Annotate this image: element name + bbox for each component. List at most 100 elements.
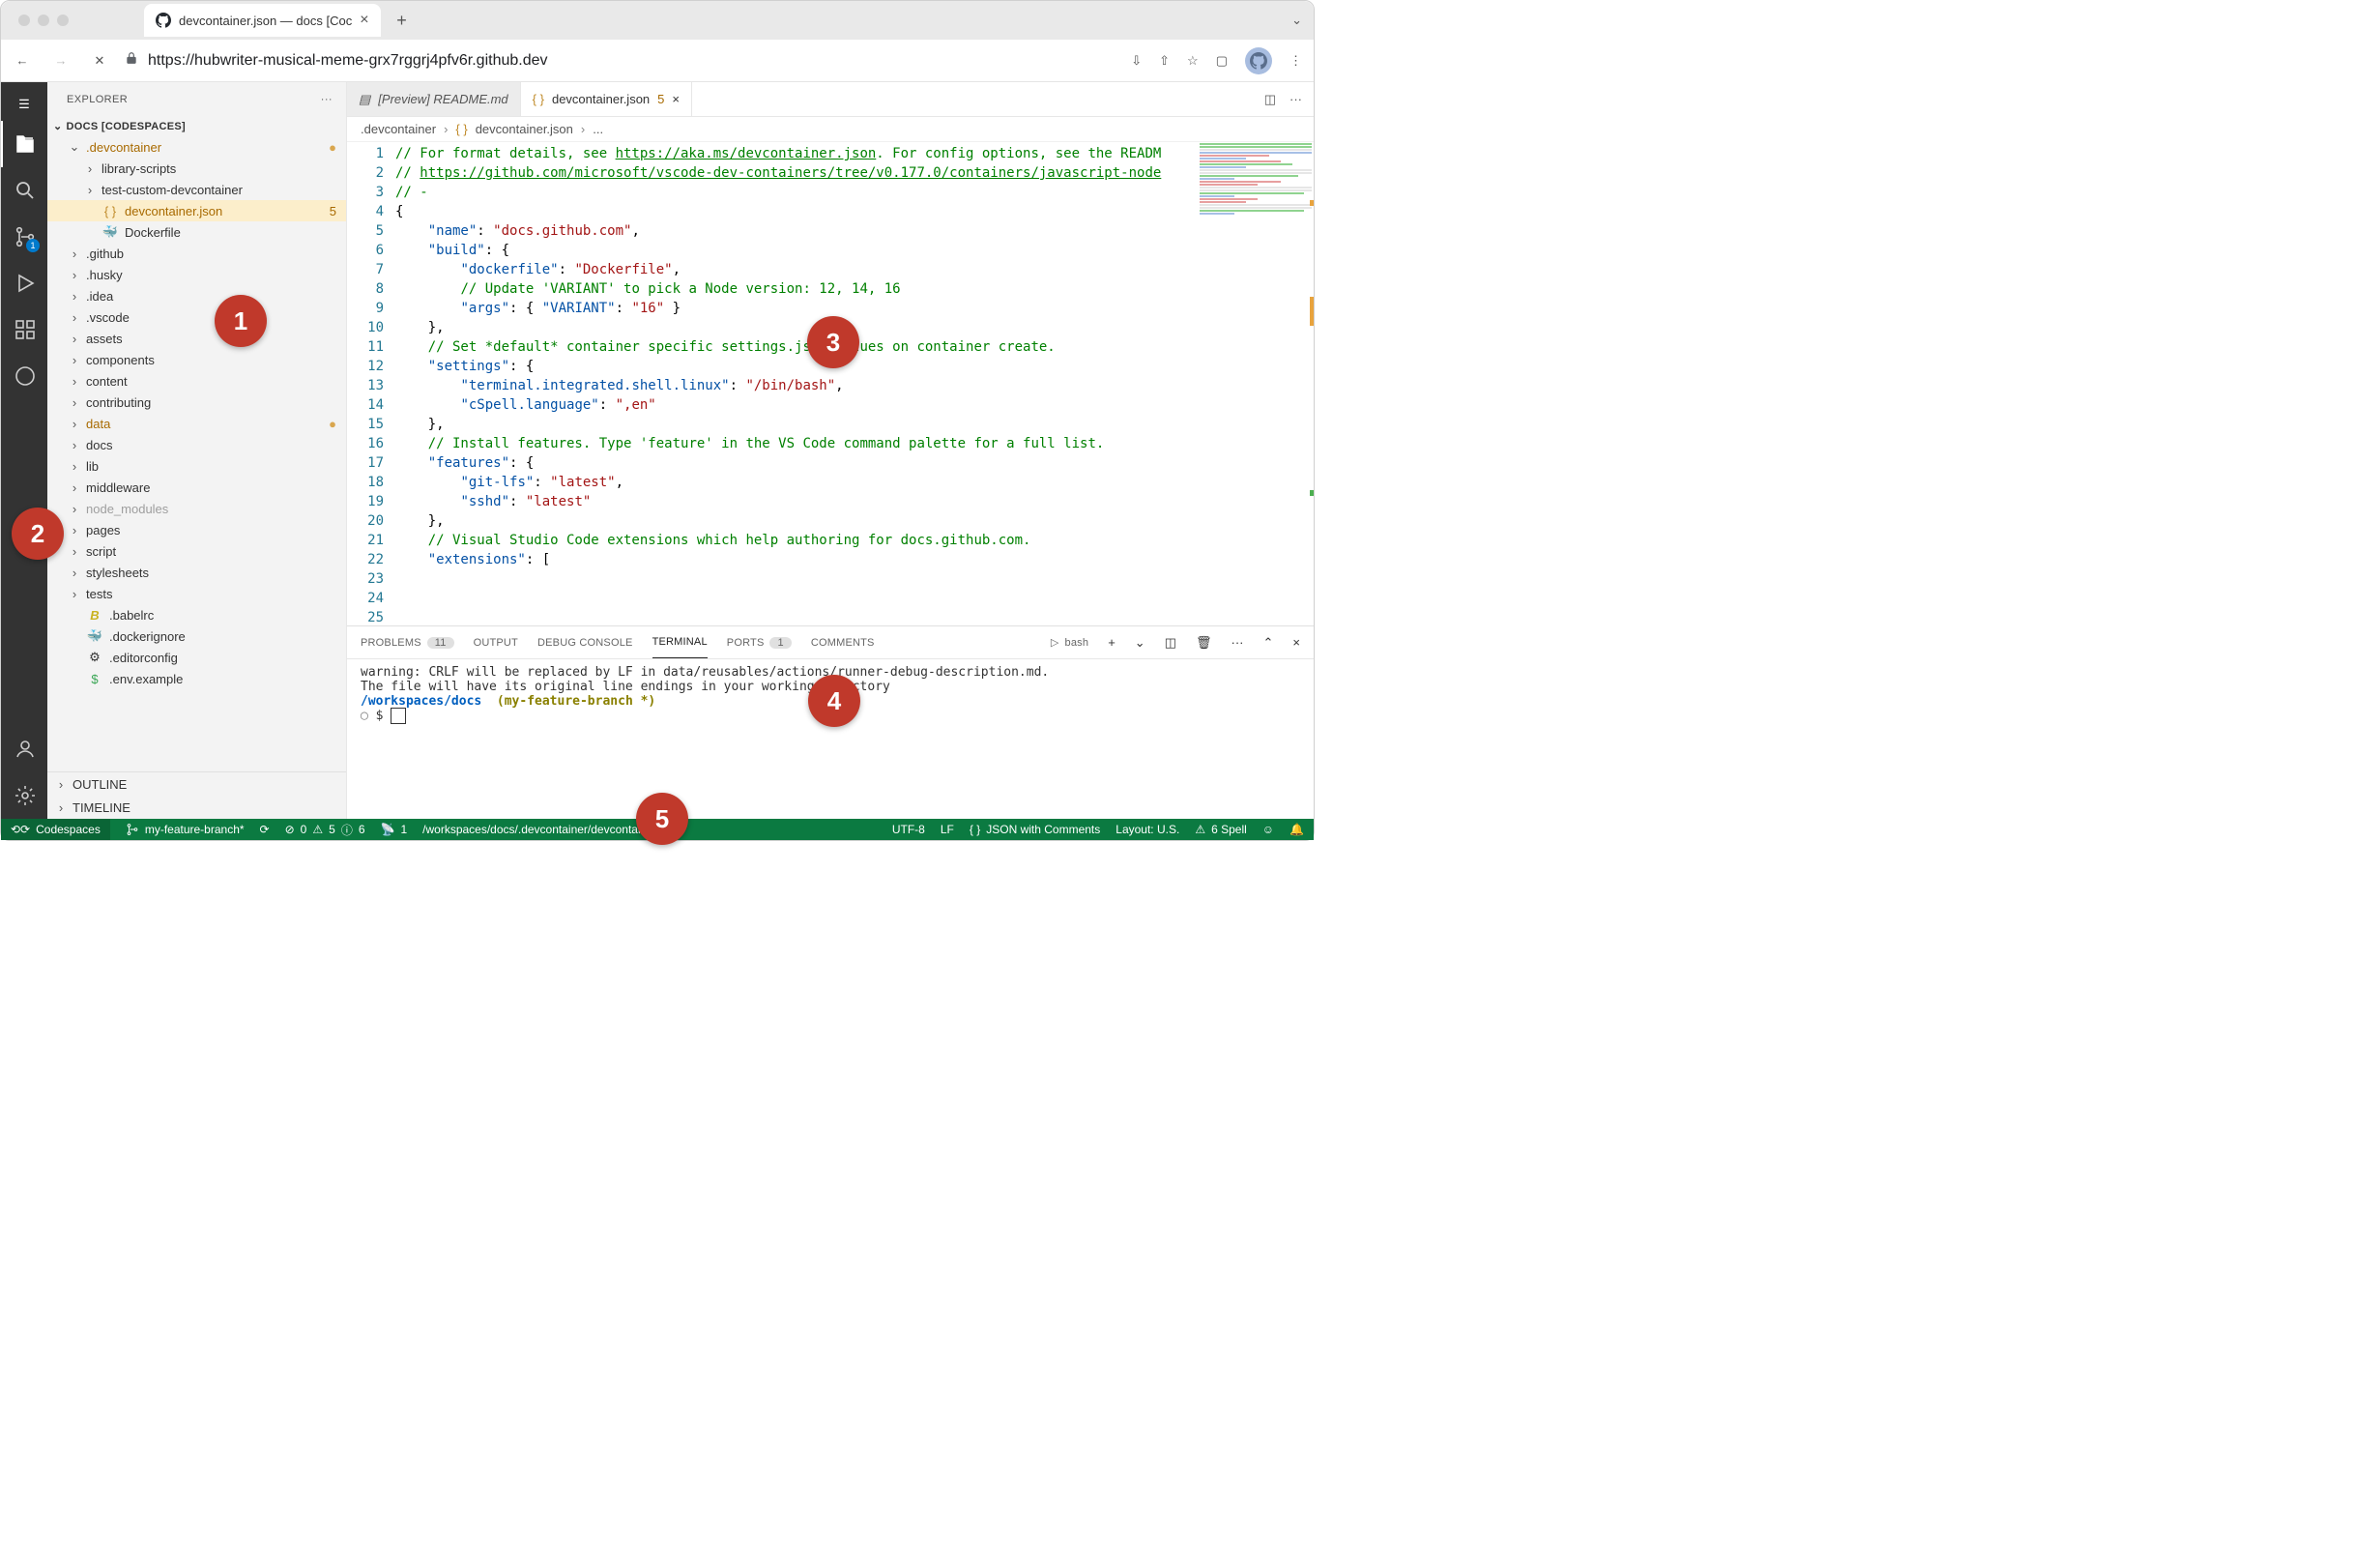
trash-icon[interactable]: 🗑 (1196, 635, 1212, 651)
annotation-3: 3 (807, 316, 859, 368)
more-icon[interactable]: ··· (1231, 635, 1244, 650)
sync-icon[interactable]: ⟳ (260, 823, 270, 836)
tree-item-contributing[interactable]: ›contributing (47, 392, 346, 413)
minimize-dot[interactable] (38, 15, 49, 26)
more-icon[interactable]: ⋮ (1289, 53, 1302, 69)
breadcrumb-file[interactable]: devcontainer.json (476, 122, 573, 136)
tree-item--dockerignore[interactable]: 🐳.dockerignore (47, 625, 346, 647)
profile-avatar[interactable] (1245, 47, 1272, 74)
language-mode[interactable]: { } JSON with Comments (970, 823, 1100, 836)
settings-gear-icon[interactable] (1, 772, 47, 819)
close-panel-icon[interactable]: × (1292, 635, 1300, 650)
ports-count: 1 (769, 637, 791, 649)
tree-item-pages[interactable]: ›pages (47, 519, 346, 540)
github-icon[interactable] (1, 353, 47, 399)
branch-indicator[interactable]: my-feature-branch* (126, 823, 245, 836)
tree-item-node-modules[interactable]: ›node_modules (47, 498, 346, 519)
tree-item-assets[interactable]: ›assets (47, 328, 346, 349)
tree-item-script[interactable]: ›script (47, 540, 346, 562)
eol[interactable]: LF (941, 823, 954, 836)
close-tab-icon[interactable]: × (360, 12, 368, 29)
close-dot[interactable] (18, 15, 30, 26)
workspace-header[interactable]: ⌄ DOCS [CODESPACES] (47, 116, 346, 136)
panel-icon[interactable]: ▢ (1216, 53, 1228, 69)
chevron-down-icon[interactable]: ⌄ (1291, 13, 1302, 28)
maximize-dot[interactable] (57, 15, 69, 26)
codespaces-button[interactable]: ⟲⟳ Codespaces (1, 819, 110, 840)
problems-count: 11 (427, 637, 454, 649)
tree-item-data[interactable]: ›data● (47, 413, 346, 434)
accounts-icon[interactable] (1, 726, 47, 772)
menu-icon[interactable]: ☰ (1, 88, 47, 121)
ports-indicator[interactable]: 📡 1 (381, 823, 408, 836)
debug-console-tab[interactable]: DEBUG CONSOLE (537, 637, 633, 649)
tree-item-docs[interactable]: ›docs (47, 434, 346, 455)
tree-item-test-custom-devcontainer[interactable]: ›test-custom-devcontainer (47, 179, 346, 200)
run-debug-icon[interactable] (1, 260, 47, 306)
tree-item-tests[interactable]: ›tests (47, 583, 346, 604)
tree-item--babelrc[interactable]: B.babelrc (47, 604, 346, 625)
share-icon[interactable]: ⇧ (1159, 53, 1170, 69)
stop-reload-button[interactable]: ✕ (90, 53, 109, 69)
tree-item-content[interactable]: ›content (47, 370, 346, 392)
new-tab-button[interactable]: + (389, 7, 416, 34)
browser-tab[interactable]: devcontainer.json — docs [Coc × (144, 4, 381, 37)
tree-item-stylesheets[interactable]: ›stylesheets (47, 562, 346, 583)
timeline-section[interactable]: ›TIMELINE (47, 796, 346, 819)
tab-readme[interactable]: ▤ [Preview] README.md (347, 82, 521, 116)
tree-item--vscode[interactable]: ›.vscode (47, 306, 346, 328)
minimap[interactable] (1198, 142, 1314, 625)
spell-check[interactable]: ⚠ 6 Spell (1195, 823, 1246, 836)
outline-section[interactable]: ›OUTLINE (47, 772, 346, 796)
encoding[interactable]: UTF-8 (892, 823, 925, 836)
tree-item-label: assets (86, 332, 123, 346)
ports-tab[interactable]: PORTS 1 (727, 637, 792, 649)
tree-item--editorconfig[interactable]: ⚙.editorconfig (47, 647, 346, 668)
breadcrumb-folder[interactable]: .devcontainer (361, 122, 436, 136)
tree-item--devcontainer[interactable]: ⌄.devcontainer● (47, 136, 346, 158)
feedback-icon[interactable]: ☺ (1262, 823, 1274, 836)
bookmark-icon[interactable]: ☆ (1187, 53, 1199, 69)
tree-item-devcontainer-json[interactable]: { }devcontainer.json5 (47, 200, 346, 221)
tree-item-components[interactable]: ›components (47, 349, 346, 370)
chevron-icon: › (69, 353, 80, 367)
search-icon[interactable] (1, 167, 47, 214)
tree-item-label: .idea (86, 289, 113, 304)
more-icon[interactable]: ··· (321, 94, 333, 105)
code-editor[interactable]: // For format details, see https://aka.m… (395, 142, 1198, 625)
keyboard-layout[interactable]: Layout: U.S. (1116, 823, 1179, 836)
chevron-down-icon[interactable]: ⌄ (1135, 635, 1145, 651)
split-terminal-icon[interactable]: ◫ (1165, 635, 1176, 651)
notifications-icon[interactable]: 🔔 (1289, 823, 1304, 836)
split-editor-icon[interactable]: ◫ (1264, 92, 1276, 107)
tree-item--env-example[interactable]: $.env.example (47, 668, 346, 689)
source-control-icon[interactable]: 1 (1, 214, 47, 260)
tree-item-middleware[interactable]: ›middleware (47, 477, 346, 498)
explorer-icon[interactable] (1, 121, 47, 167)
maximize-panel-icon[interactable]: ⌃ (1263, 635, 1274, 651)
download-icon[interactable]: ⇩ (1131, 53, 1142, 69)
problems-tab[interactable]: PROBLEMS 11 (361, 637, 454, 649)
comments-tab[interactable]: COMMENTS (811, 637, 875, 649)
breadcrumbs[interactable]: .devcontainer › { } devcontainer.json › … (347, 117, 1314, 142)
url-text[interactable]: https://hubwriter-musical-meme-grx7rggrj… (148, 52, 548, 70)
forward-button[interactable]: → (51, 53, 71, 69)
tab-devcontainer[interactable]: { } devcontainer.json 5 × (521, 82, 692, 116)
problems-indicator[interactable]: ⊘ 0 ⚠ 5 ⓘ 6 (285, 822, 365, 838)
tree-item-dockerfile[interactable]: 🐳Dockerfile (47, 221, 346, 243)
chevron-icon: › (84, 161, 96, 176)
tree-item--github[interactable]: ›.github (47, 243, 346, 264)
file-icon: ⚙ (86, 650, 103, 665)
tree-item-lib[interactable]: ›lib (47, 455, 346, 477)
terminal-tab[interactable]: TERMINAL (652, 626, 708, 658)
close-icon[interactable]: × (672, 92, 680, 106)
output-tab[interactable]: OUTPUT (474, 637, 518, 649)
tree-item-library-scripts[interactable]: ›library-scripts (47, 158, 346, 179)
more-icon[interactable]: ··· (1289, 92, 1302, 106)
extensions-icon[interactable] (1, 306, 47, 353)
new-terminal-icon[interactable]: + (1108, 635, 1116, 650)
tree-item--husky[interactable]: ›.husky (47, 264, 346, 285)
tree-item--idea[interactable]: ›.idea (47, 285, 346, 306)
shell-picker[interactable]: ▷ bash (1051, 636, 1088, 649)
back-button[interactable]: ← (13, 53, 32, 69)
